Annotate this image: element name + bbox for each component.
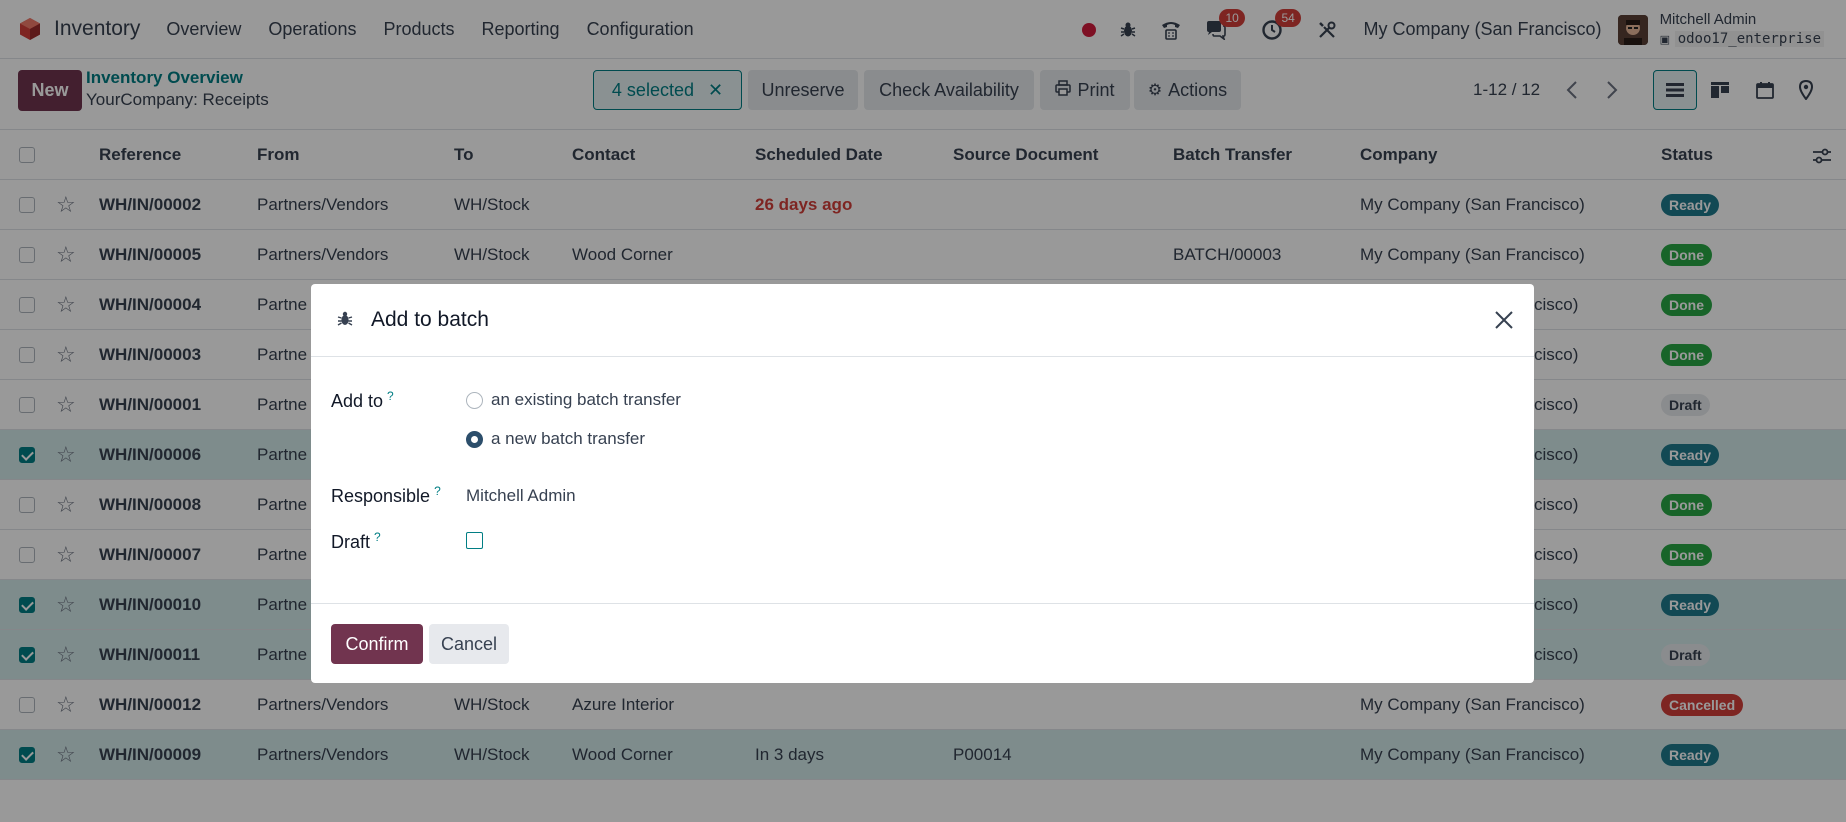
dialog-footer: Confirm Cancel — [311, 603, 1534, 683]
draft-label: Draft? — [331, 530, 381, 552]
cancel-button[interactable]: Cancel — [429, 624, 509, 664]
radio-existing-batch-label[interactable]: an existing batch transfer — [491, 390, 681, 410]
close-icon[interactable] — [1492, 308, 1516, 332]
help-tooltip-icon[interactable]: ? — [387, 389, 394, 403]
add-to-batch-dialog: Add to batch Add to? an existing batch t… — [311, 284, 1534, 683]
add-to-label: Add to? — [331, 389, 394, 411]
help-tooltip-icon[interactable]: ? — [434, 484, 441, 498]
radio-existing-batch[interactable] — [466, 392, 483, 409]
radio-new-batch-label[interactable]: a new batch transfer — [491, 429, 645, 449]
dialog-title: Add to batch — [371, 308, 489, 331]
radio-new-batch[interactable] — [466, 431, 483, 448]
debug-bug-icon — [337, 311, 353, 326]
responsible-label: Responsible? — [331, 484, 441, 506]
confirm-button[interactable]: Confirm — [331, 624, 423, 664]
help-tooltip-icon[interactable]: ? — [374, 530, 381, 544]
dialog-header: Add to batch — [311, 284, 1534, 357]
responsible-field[interactable]: Mitchell Admin — [466, 486, 576, 506]
draft-checkbox[interactable] — [466, 532, 483, 549]
